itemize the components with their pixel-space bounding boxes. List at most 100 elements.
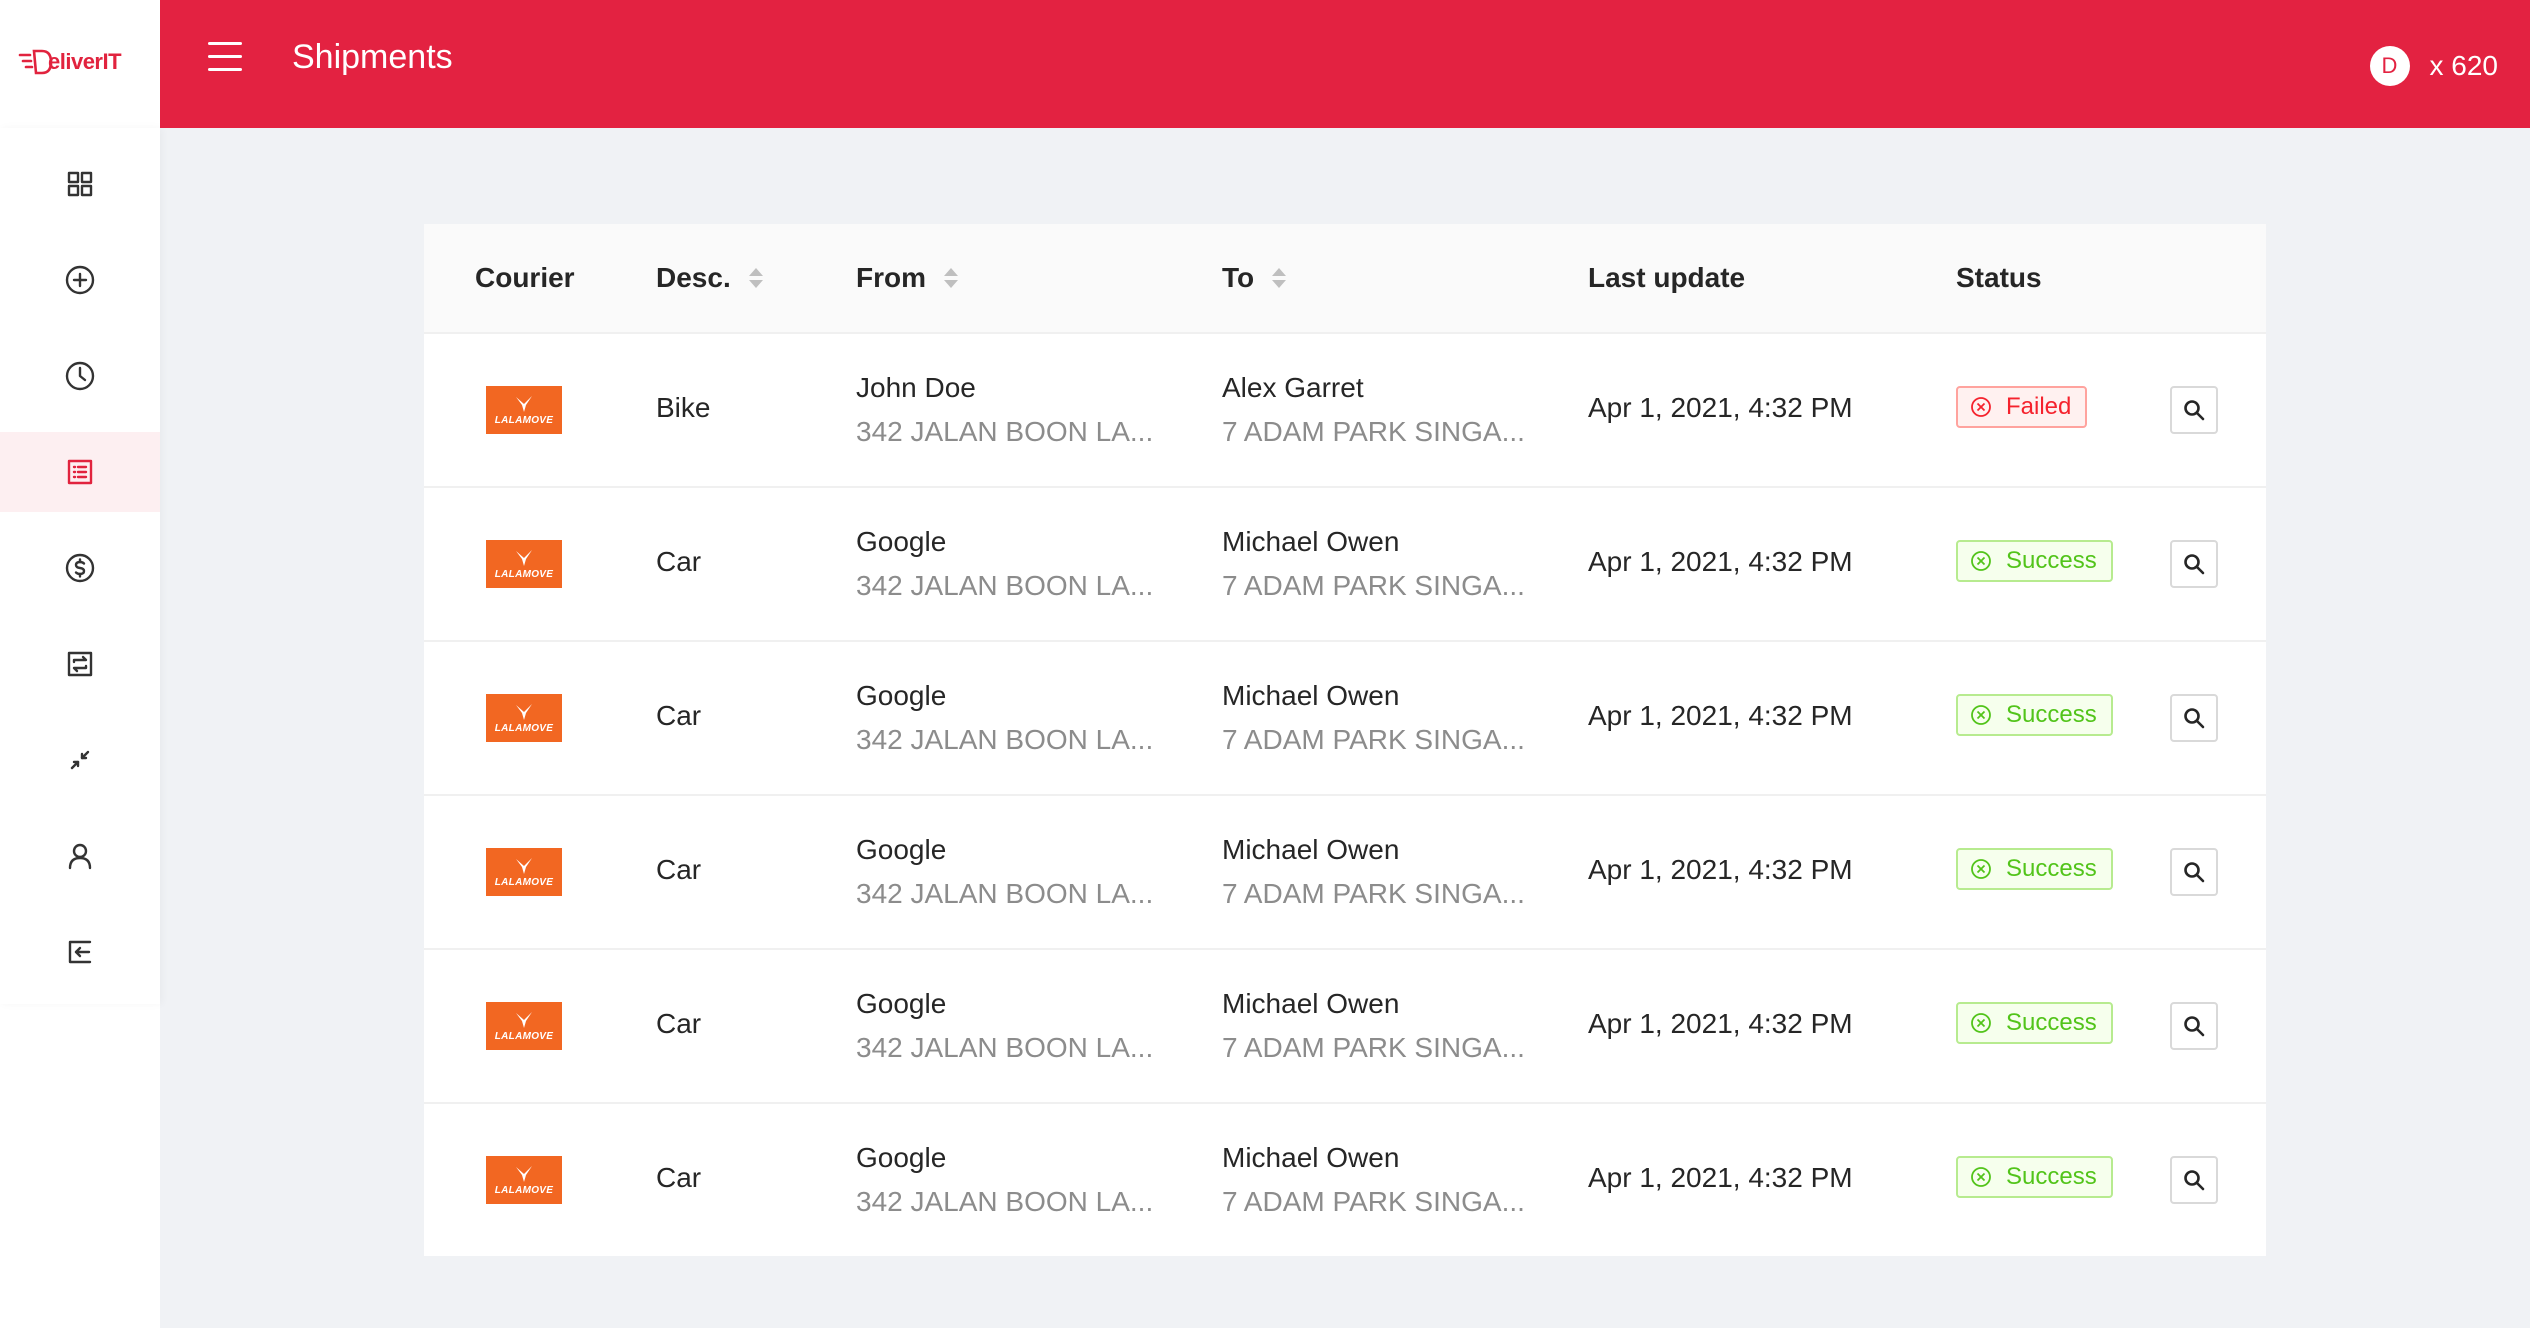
- courier-name: LALAMOVE: [494, 414, 554, 426]
- recipient-address: 7 ADAM PARK SINGA...: [1222, 878, 1525, 909]
- search-icon: [2184, 862, 2205, 883]
- table-row[interactable]: LALAMOVE Car Google 342 JALAN BOON LA...…: [424, 488, 2266, 642]
- page-title: Shipments: [292, 38, 453, 76]
- close-circle-icon: [1971, 397, 1991, 417]
- shipment-desc: Car: [656, 1162, 702, 1193]
- sender-address: 342 JALAN BOON LA...: [856, 724, 1154, 755]
- search-icon: [2184, 708, 2205, 729]
- sidebar-item-transactions[interactable]: [0, 624, 160, 704]
- sidebar-item-shipments[interactable]: [0, 432, 160, 512]
- table-row[interactable]: LALAMOVE Car Google 342 JALAN BOON LA...…: [424, 642, 2266, 796]
- lalamove-logo: LALAMOVE: [486, 386, 562, 434]
- shipment-desc: Bike: [656, 392, 711, 423]
- recipient-address: 7 ADAM PARK SINGA...: [1222, 1186, 1525, 1217]
- close-circle-icon: [1971, 1013, 1991, 1033]
- sender-address: 342 JALAN BOON LA...: [856, 1032, 1154, 1063]
- shipment-desc: Car: [656, 854, 702, 885]
- list-icon: [67, 459, 93, 485]
- sender-address: 342 JALAN BOON LA...: [856, 878, 1154, 909]
- app-logo[interactable]: eliverIT: [18, 44, 142, 80]
- close-circle-icon: [1971, 705, 1991, 725]
- lalamove-bird-icon: [516, 395, 532, 412]
- view-shipment-button[interactable]: [2170, 386, 2218, 434]
- courier-name: LALAMOVE: [494, 1184, 554, 1196]
- courier-name: LALAMOVE: [494, 1030, 554, 1042]
- view-shipment-button[interactable]: [2170, 1156, 2218, 1204]
- sidebar: eliverIT: [0, 0, 160, 1328]
- sidebar-item-logout[interactable]: [0, 912, 160, 992]
- last-update: Apr 1, 2021, 4:32 PM: [1588, 1162, 1853, 1193]
- lalamove-bird-icon: [516, 1165, 532, 1182]
- view-shipment-button[interactable]: [2170, 694, 2218, 742]
- column-header-courier: Courier: [475, 262, 575, 293]
- sender-address: 342 JALAN BOON LA...: [856, 416, 1154, 447]
- add-circle-icon: [65, 265, 95, 295]
- shipment-desc: Car: [656, 1008, 702, 1039]
- sidebar-item-billing[interactable]: [0, 528, 160, 608]
- courier-name: LALAMOVE: [494, 876, 554, 888]
- sender-name: Google: [856, 1142, 947, 1173]
- sidebar-item-profile[interactable]: [0, 816, 160, 896]
- status-badge: Success: [1956, 694, 2113, 736]
- table-header: Courier Desc. From To Last update Status: [424, 224, 2266, 334]
- lalamove-bird-icon: [516, 1011, 532, 1028]
- status-label: Success: [2006, 701, 2097, 728]
- view-shipment-button[interactable]: [2170, 540, 2218, 588]
- shipment-desc: Car: [656, 546, 702, 577]
- status-badge: Failed: [1956, 386, 2088, 428]
- table-row[interactable]: LALAMOVE Car Google 342 JALAN BOON LA...…: [424, 796, 2266, 950]
- column-header-desc[interactable]: Desc.: [656, 262, 763, 294]
- last-update: Apr 1, 2021, 4:32 PM: [1588, 1008, 1853, 1039]
- view-shipment-button[interactable]: [2170, 1002, 2218, 1050]
- lalamove-bird-icon: [516, 857, 532, 874]
- table-row[interactable]: LALAMOVE Bike John Doe 342 JALAN BOON LA…: [424, 334, 2266, 488]
- status-badge: Success: [1956, 848, 2113, 890]
- search-icon: [2184, 400, 2205, 421]
- recipient-address: 7 ADAM PARK SINGA...: [1222, 570, 1525, 601]
- status-label: Success: [2006, 547, 2097, 574]
- avatar[interactable]: D: [2369, 46, 2410, 86]
- status-badge: Success: [1956, 1002, 2113, 1044]
- sidebar-item-shrink[interactable]: [0, 720, 160, 800]
- dollar-icon: [65, 553, 95, 583]
- status-label: Success: [2006, 1009, 2097, 1036]
- last-update: Apr 1, 2021, 4:32 PM: [1588, 854, 1853, 885]
- search-icon: [2184, 1016, 2205, 1037]
- table-row[interactable]: LALAMOVE Car Google 342 JALAN BOON LA...…: [424, 950, 2266, 1104]
- shipments-table: Courier Desc. From To Last update Status…: [424, 224, 2266, 1256]
- sender-name: John Doe: [856, 372, 976, 403]
- recipient-name: Michael Owen: [1222, 680, 1400, 711]
- column-header-from[interactable]: From: [856, 262, 958, 294]
- table-row[interactable]: LALAMOVE Car Google 342 JALAN BOON LA...…: [424, 1104, 2266, 1258]
- column-header-status: Status: [1956, 262, 2042, 293]
- search-icon: [2184, 1170, 2205, 1191]
- recipient-name: Alex Garret: [1222, 372, 1364, 403]
- sidebar-item-dashboard[interactable]: [0, 144, 160, 224]
- credit-balance: x 620: [2429, 50, 2499, 81]
- lalamove-logo: LALAMOVE: [486, 1156, 562, 1204]
- recipient-name: Michael Owen: [1222, 988, 1400, 1019]
- close-circle-icon: [1971, 1167, 1991, 1187]
- menu-toggle-icon[interactable]: [208, 42, 244, 74]
- recipient-address: 7 ADAM PARK SINGA...: [1222, 724, 1525, 755]
- sort-icon[interactable]: [944, 268, 958, 288]
- sort-icon[interactable]: [748, 268, 763, 288]
- column-header-to[interactable]: To: [1222, 262, 1287, 294]
- status-label: Success: [2006, 855, 2097, 882]
- app-logo-text: eliverIT: [48, 49, 122, 74]
- courier-name: LALAMOVE: [494, 568, 554, 580]
- status-badge: Success: [1956, 540, 2113, 582]
- recipient-name: Michael Owen: [1222, 834, 1400, 865]
- view-shipment-button[interactable]: [2170, 848, 2218, 896]
- sender-name: Google: [856, 834, 947, 865]
- sidebar-item-history[interactable]: [0, 336, 160, 416]
- status-badge: Success: [1956, 1156, 2113, 1198]
- lalamove-bird-icon: [516, 549, 532, 566]
- status-label: Success: [2006, 1163, 2097, 1190]
- sidebar-item-new-shipment[interactable]: [0, 240, 160, 320]
- courier-name: LALAMOVE: [494, 722, 554, 734]
- sort-icon[interactable]: [1272, 268, 1287, 288]
- close-circle-icon: [1971, 551, 1991, 571]
- sender-address: 342 JALAN BOON LA...: [856, 570, 1154, 601]
- lalamove-logo: LALAMOVE: [486, 848, 562, 896]
